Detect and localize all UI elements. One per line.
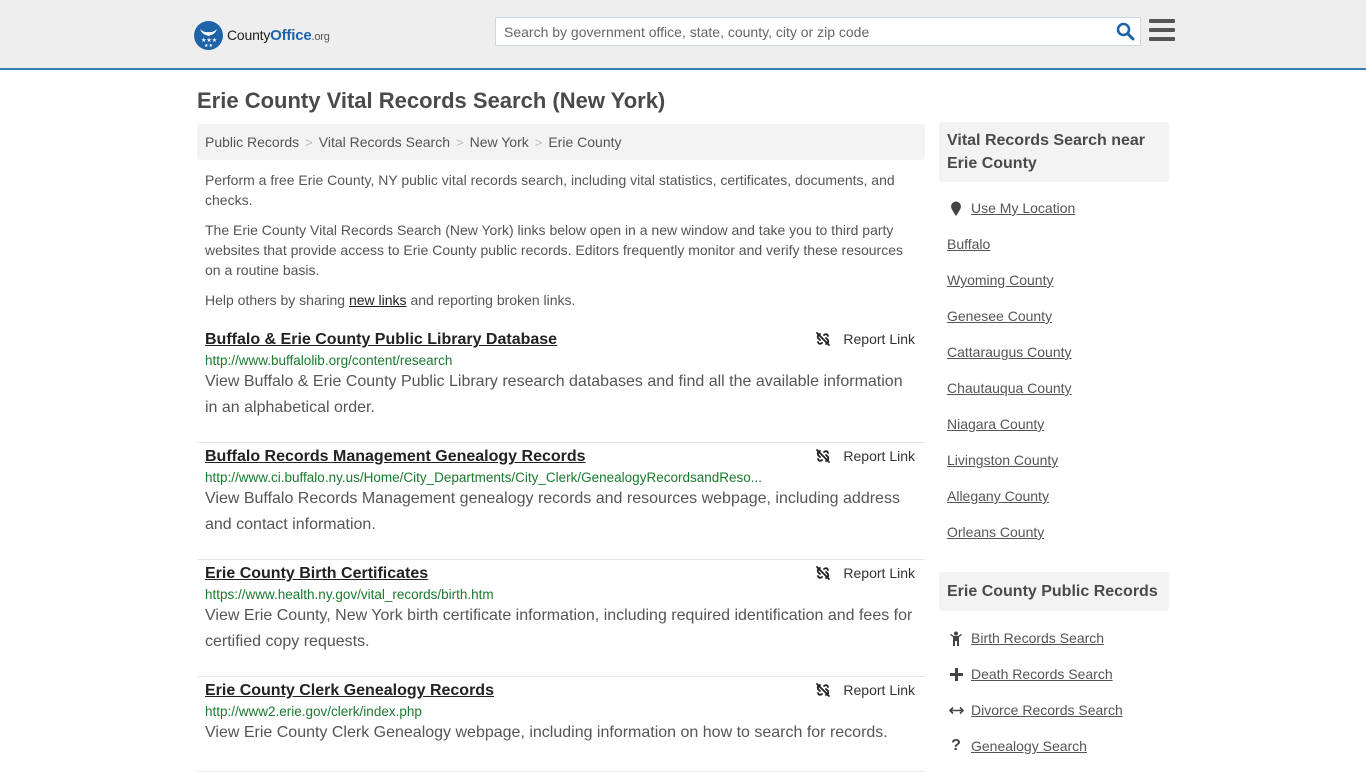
intro-paragraph: Perform a free Erie County, NY public vi… — [205, 172, 895, 208]
public-records-list: Birth Records Search Death Records Searc… — [939, 620, 1169, 764]
public-record-item: Divorce Records Search — [947, 692, 1169, 728]
intro-paragraph: The Erie County Vital Records Search (Ne… — [205, 222, 903, 278]
report-link-button[interactable]: Report Link — [815, 682, 915, 698]
intro-text: Perform a free Erie County, NY public vi… — [205, 170, 920, 320]
result-title-link[interactable]: Erie County Birth Certificates — [205, 565, 428, 583]
nearby-item: Cattaraugus County — [947, 334, 1169, 370]
breadcrumb-separator: > — [534, 134, 543, 150]
sidebar-heading: Vital Records Search near Erie County — [939, 122, 1169, 182]
intro-paragraph: Help others by sharing new links and rep… — [205, 292, 576, 308]
public-record-item: ? Genealogy Search — [947, 728, 1169, 764]
question-icon: ? — [951, 737, 961, 754]
nearby-link-wyoming-county[interactable]: Wyoming County — [947, 272, 1053, 288]
breadcrumb-separator: > — [305, 134, 313, 150]
site-header: ★★★ ★★ CountyOffice.org — [0, 0, 1366, 70]
death-records-search-link[interactable]: Death Records Search — [971, 666, 1113, 682]
broken-link-icon — [816, 683, 831, 697]
nearby-item: Niagara County — [947, 406, 1169, 442]
result-item: Erie County Birth Certificates Report Li… — [197, 560, 925, 677]
nearby-link-allegany-county[interactable]: Allegany County — [947, 488, 1049, 504]
nearby-link-buffalo[interactable]: Buffalo — [947, 236, 990, 252]
arrows-horizontal-icon — [947, 706, 965, 715]
result-description: View Erie County, New York birth certifi… — [205, 607, 913, 650]
sidebar-nearby: Vital Records Search near Erie County Us… — [939, 122, 1169, 550]
child-icon — [947, 631, 965, 646]
search-icon — [1116, 22, 1134, 41]
nearby-item: Allegany County — [947, 478, 1169, 514]
eagle-logo-icon: ★★★ ★★ — [194, 20, 223, 50]
logo-wordmark: CountyOffice.org — [227, 26, 330, 44]
nearby-link-niagara-county[interactable]: Niagara County — [947, 416, 1044, 432]
breadcrumb-vital-records-search[interactable]: Vital Records Search — [319, 134, 450, 150]
result-title-link[interactable]: Buffalo & Erie County Public Library Dat… — [205, 331, 557, 349]
svg-text:★★: ★★ — [204, 43, 213, 49]
result-title-link[interactable]: Erie County Clerk Genealogy Records — [205, 682, 494, 700]
public-record-item: Birth Records Search — [947, 620, 1169, 656]
nearby-item: Livingston County — [947, 442, 1169, 478]
result-url: http://www.buffalolib.org/content/resear… — [205, 353, 453, 368]
search-input[interactable] — [496, 18, 1110, 45]
nearby-list: Use My Location Buffalo Wyoming County G… — [939, 190, 1169, 550]
search-button[interactable] — [1110, 18, 1140, 45]
use-my-location-link[interactable]: Use My Location — [971, 200, 1075, 216]
search-box — [495, 17, 1141, 46]
sidebar-public-records: Erie County Public Records Birth Records… — [939, 572, 1169, 764]
use-location-item: Use My Location — [947, 190, 1169, 226]
nearby-item: Chautauqua County — [947, 370, 1169, 406]
broken-link-icon — [816, 332, 831, 346]
result-item: Buffalo Records Management Genealogy Rec… — [197, 443, 925, 560]
breadcrumb: Public Records > Vital Records Search > … — [197, 124, 925, 160]
breadcrumb-separator: > — [456, 134, 464, 150]
broken-link-icon — [816, 566, 831, 580]
results-list: Buffalo & Erie County Public Library Dat… — [197, 326, 925, 772]
new-links-link[interactable]: new links — [349, 292, 407, 308]
divorce-records-search-link[interactable]: Divorce Records Search — [971, 702, 1123, 718]
hamburger-menu-icon[interactable] — [1149, 19, 1175, 43]
nearby-item: Genesee County — [947, 298, 1169, 334]
result-description: View Erie County Clerk Genealogy webpage… — [205, 724, 888, 741]
breadcrumb-new-york[interactable]: New York — [470, 134, 529, 150]
result-title-link[interactable]: Buffalo Records Management Genealogy Rec… — [205, 448, 586, 466]
nearby-item: Buffalo — [947, 226, 1169, 262]
nearby-link-cattaraugus-county[interactable]: Cattaraugus County — [947, 344, 1072, 360]
breadcrumb-public-records[interactable]: Public Records — [205, 134, 299, 150]
report-link-button[interactable]: Report Link — [815, 331, 915, 347]
result-url: http://www.ci.buffalo.ny.us/Home/City_De… — [205, 470, 763, 485]
result-description: View Buffalo & Erie County Public Librar… — [205, 373, 903, 416]
report-link-button[interactable]: Report Link — [815, 448, 915, 464]
result-item: Erie County Clerk Genealogy Records Repo… — [197, 677, 925, 772]
genealogy-search-link[interactable]: Genealogy Search — [971, 738, 1087, 754]
nearby-link-genesee-county[interactable]: Genesee County — [947, 308, 1052, 324]
result-url: http://www2.erie.gov/clerk/index.php — [205, 704, 422, 719]
nearby-link-livingston-county[interactable]: Livingston County — [947, 452, 1058, 468]
result-description: View Buffalo Records Management genealog… — [205, 490, 900, 533]
result-url: https://www.health.ny.gov/vital_records/… — [205, 587, 494, 602]
nearby-item: Wyoming County — [947, 262, 1169, 298]
nearby-link-chautauqua-county[interactable]: Chautauqua County — [947, 380, 1072, 396]
site-logo[interactable]: ★★★ ★★ CountyOffice.org — [194, 20, 330, 50]
sidebar-heading: Erie County Public Records — [939, 572, 1169, 611]
page-title: Erie County Vital Records Search (New Yo… — [197, 88, 666, 113]
public-record-item: Death Records Search — [947, 656, 1169, 692]
broken-link-icon — [816, 449, 831, 463]
nearby-link-orleans-county[interactable]: Orleans County — [947, 524, 1044, 540]
report-link-button[interactable]: Report Link — [815, 565, 915, 581]
map-pin-icon — [947, 201, 965, 216]
breadcrumb-erie-county[interactable]: Erie County — [548, 134, 621, 150]
birth-records-search-link[interactable]: Birth Records Search — [971, 630, 1104, 646]
plus-icon — [947, 667, 965, 681]
nearby-item: Orleans County — [947, 514, 1169, 550]
result-item: Buffalo & Erie County Public Library Dat… — [197, 326, 925, 443]
